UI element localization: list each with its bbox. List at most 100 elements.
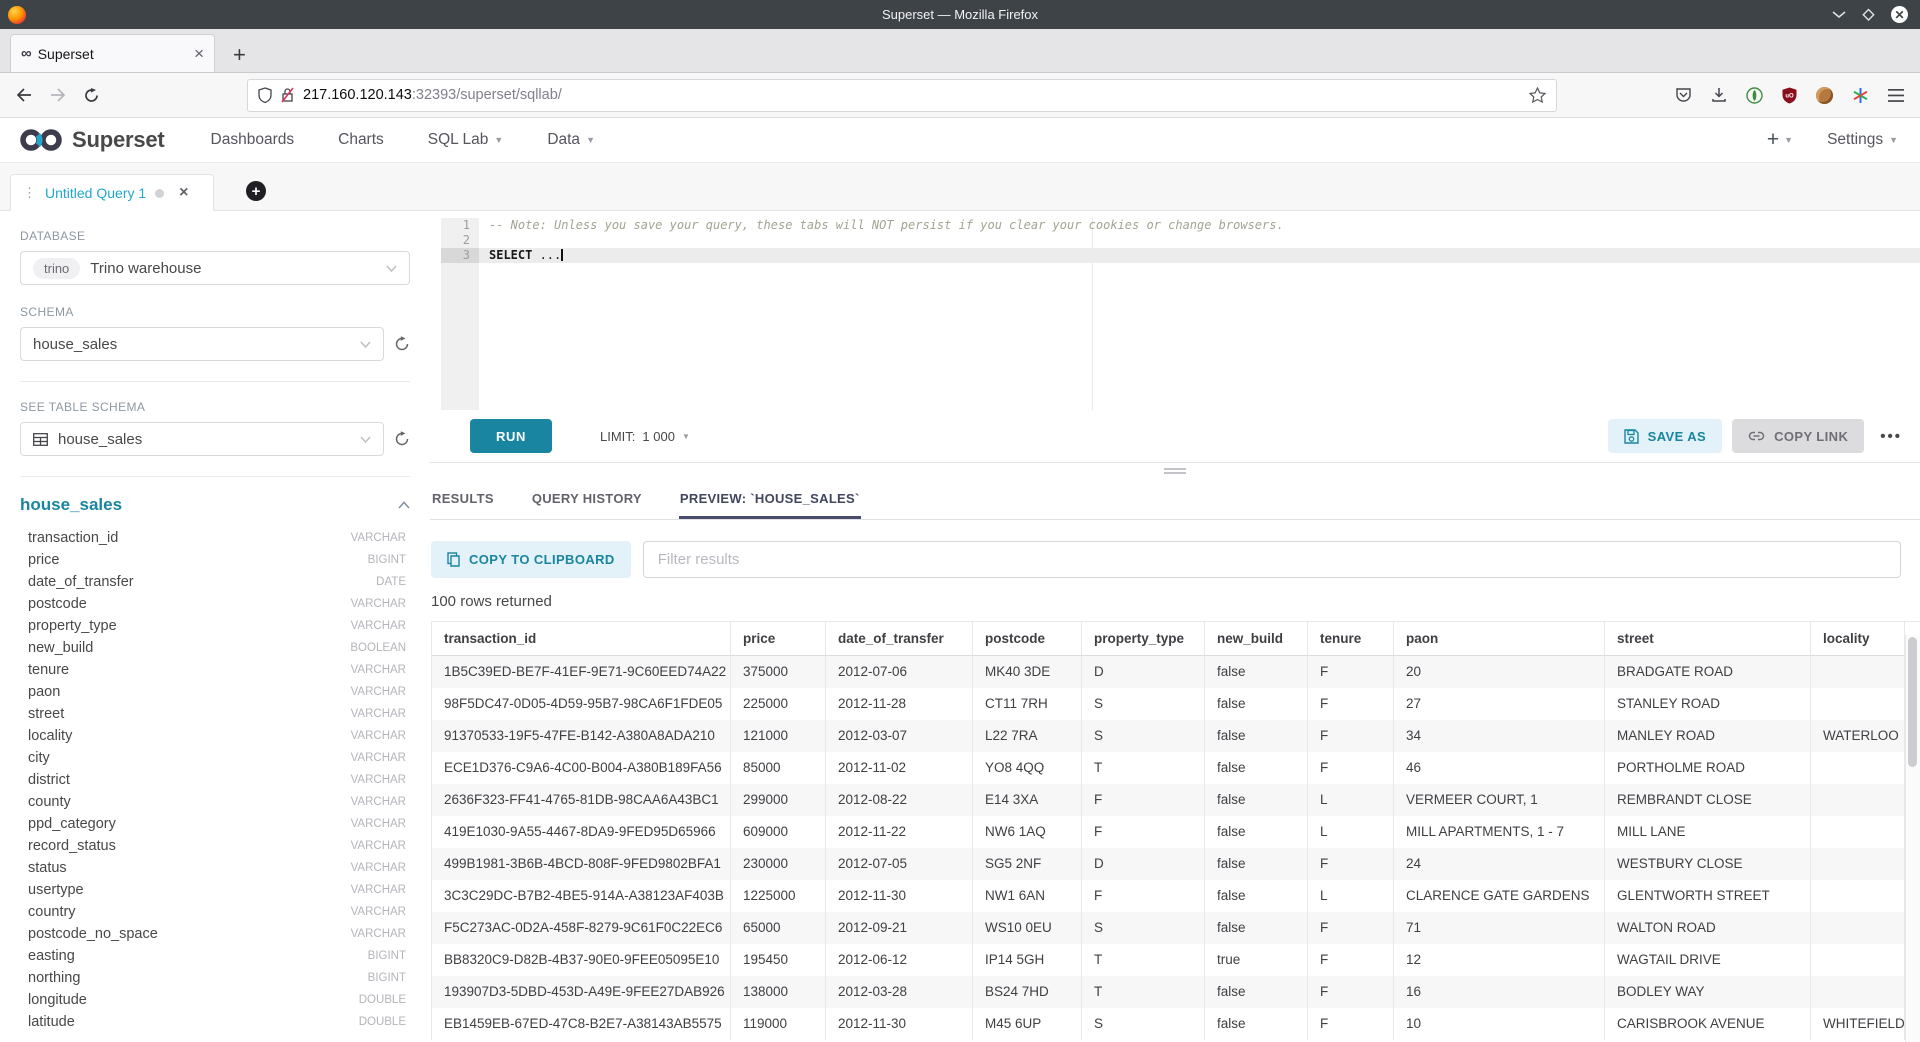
query-tab-close-icon[interactable]: × <box>179 184 188 202</box>
settings-menu[interactable]: Settings▼ <box>1827 131 1898 149</box>
table-row[interactable]: 1B5C39ED-BE7F-41EF-9E71-9C60EED74A223750… <box>431 656 1920 688</box>
nav-item-data[interactable]: Data▼ <box>547 131 595 149</box>
database-select[interactable]: trino Trino warehouse <box>20 251 410 285</box>
header-cell[interactable]: postcode <box>973 622 1082 656</box>
header-cell[interactable]: date_of_transfer <box>826 622 973 656</box>
window-maximize-icon[interactable] <box>1862 8 1875 21</box>
table-row[interactable]: 193907D3-5DBD-453D-A49E-9FEE27DAB9261380… <box>431 976 1920 1008</box>
superset-brand[interactable]: Superset <box>18 127 165 153</box>
ublock-icon[interactable]: uO <box>1782 87 1797 104</box>
column-list-item[interactable]: postcode VARCHAR <box>20 593 410 615</box>
column-list-item[interactable]: price BIGINT <box>20 549 410 571</box>
column-list-item[interactable]: easting BIGINT <box>20 945 410 967</box>
run-button[interactable]: RUN <box>470 419 552 453</box>
save-as-button[interactable]: SAVE AS <box>1608 419 1722 453</box>
nav-item-dashboards[interactable]: Dashboards <box>211 131 295 149</box>
reload-icon[interactable] <box>84 88 99 103</box>
new-query-tab-button[interactable]: + <box>246 181 266 201</box>
column-list-item[interactable]: locality VARCHAR <box>20 725 410 747</box>
drag-grip-icon[interactable]: ⋮ <box>23 185 36 201</box>
cookie-extension-icon[interactable] <box>1816 87 1833 104</box>
multiaccount-extension-icon[interactable] <box>1852 87 1869 104</box>
new-tab-button[interactable]: + <box>233 44 246 66</box>
column-list-item[interactable]: new_build BOOLEAN <box>20 637 410 659</box>
download-icon[interactable] <box>1711 87 1727 103</box>
column-list-item[interactable]: property_type VARCHAR <box>20 615 410 637</box>
bookmark-star-icon[interactable] <box>1529 87 1546 103</box>
limit-dropdown[interactable]: LIMIT: 1 000 ▼ <box>600 429 690 444</box>
column-list-item[interactable]: status VARCHAR <box>20 857 410 879</box>
copy-link-button[interactable]: COPY LINK <box>1732 419 1864 453</box>
table-cell: 65000 <box>731 912 826 944</box>
more-options-button[interactable]: ••• <box>1874 428 1902 445</box>
header-cell[interactable]: transaction_id <box>431 622 731 656</box>
column-list-item[interactable]: longitude DOUBLE <box>20 989 410 1011</box>
nav-item-charts[interactable]: Charts <box>338 131 384 149</box>
filter-results-input[interactable] <box>643 541 1901 578</box>
table-name-heading[interactable]: house_sales <box>20 495 398 515</box>
header-cell[interactable]: street <box>1605 622 1811 656</box>
sql-editor[interactable]: 1 2 3 -- Note: Unless you save your quer… <box>441 218 1920 410</box>
table-row[interactable]: 98F5DC47-0D05-4D59-95B7-98CA6F1FDE052250… <box>431 688 1920 720</box>
tracking-shield-icon[interactable] <box>258 87 272 103</box>
column-list-item[interactable]: county VARCHAR <box>20 791 410 813</box>
column-list-item[interactable]: street VARCHAR <box>20 703 410 725</box>
results-tab[interactable]: PREVIEW: `HOUSE_SALES` <box>679 485 861 519</box>
nav-item-sql-lab[interactable]: SQL Lab▼ <box>428 131 504 149</box>
collapse-chevron-icon[interactable] <box>398 501 410 509</box>
table-row[interactable]: ECE1D376-C9A6-4C00-B004-A380B189FA568500… <box>431 752 1920 784</box>
header-cell[interactable]: locality <box>1811 622 1905 656</box>
table-row[interactable]: F5C273AC-0D2A-458F-8279-9C61F0C22EC66500… <box>431 912 1920 944</box>
table-row[interactable]: 2636F323-FF41-4765-81DB-98CAA6A43BC12990… <box>431 784 1920 816</box>
window-close-icon[interactable]: ✕ <box>1891 6 1908 23</box>
splitter-grip-icon[interactable] <box>1164 468 1186 474</box>
query-tab[interactable]: ⋮ Untitled Query 1 × <box>10 174 214 211</box>
header-cell[interactable]: property_type <box>1082 622 1205 656</box>
table-row[interactable]: 419E1030-9A55-4467-8DA9-9FED95D659666090… <box>431 816 1920 848</box>
header-cell[interactable]: paon <box>1394 622 1605 656</box>
table-row[interactable]: EB1459EB-67ED-47C8-B2E7-A38143AB55751190… <box>431 1008 1920 1040</box>
url-field[interactable]: 217.160.120.143:32393/superset/sqllab/ <box>247 79 1557 112</box>
column-list-item[interactable]: paon VARCHAR <box>20 681 410 703</box>
column-list-item[interactable]: postcode_no_space VARCHAR <box>20 923 410 945</box>
scrollbar-thumb[interactable] <box>1908 637 1917 767</box>
window-minimize-icon[interactable] <box>1832 10 1846 19</box>
schema-select[interactable]: house_sales <box>20 327 384 361</box>
browser-tab[interactable]: ∞ Superset × <box>10 34 215 72</box>
pane-splitter[interactable] <box>430 462 1920 479</box>
table-row[interactable]: 91370533-19F5-47FE-B142-A380A8ADA2101210… <box>431 720 1920 752</box>
insecure-lock-icon[interactable] <box>281 87 294 103</box>
menu-hamburger-icon[interactable] <box>1888 89 1904 102</box>
back-icon[interactable] <box>16 88 32 102</box>
column-list-item[interactable]: usertype VARCHAR <box>20 879 410 901</box>
column-list-item[interactable]: northing BIGINT <box>20 967 410 989</box>
column-list-item[interactable]: city VARCHAR <box>20 747 410 769</box>
column-list-item[interactable]: record_status VARCHAR <box>20 835 410 857</box>
header-cell[interactable]: price <box>731 622 826 656</box>
header-cell[interactable]: tenure <box>1308 622 1394 656</box>
column-list-item[interactable]: district VARCHAR <box>20 769 410 791</box>
column-list-item[interactable]: date_of_transfer DATE <box>20 571 410 593</box>
forward-icon[interactable] <box>50 88 66 102</box>
refresh-schema-icon[interactable] <box>394 336 410 352</box>
column-list-item[interactable]: transaction_id VARCHAR <box>20 527 410 549</box>
privacy-extension-icon[interactable] <box>1746 87 1763 104</box>
copy-to-clipboard-button[interactable]: COPY TO CLIPBOARD <box>431 541 631 578</box>
tab-close-icon[interactable]: × <box>194 45 204 62</box>
results-scrollbar[interactable] <box>1905 635 1920 1042</box>
results-tab[interactable]: QUERY HISTORY <box>531 485 643 519</box>
table-schema-select[interactable]: house_sales <box>20 422 384 456</box>
column-list-item[interactable]: country VARCHAR <box>20 901 410 923</box>
column-list-item[interactable]: latitude DOUBLE <box>20 1011 410 1033</box>
table-row[interactable]: 3C3C29DC-B7B2-4BE5-914A-A38123AF403B1225… <box>431 880 1920 912</box>
column-list-item[interactable]: tenure VARCHAR <box>20 659 410 681</box>
refresh-table-icon[interactable] <box>394 431 410 447</box>
table-row[interactable]: 499B1981-3B6B-4BCD-808F-9FED9802BFA12300… <box>431 848 1920 880</box>
pocket-icon[interactable] <box>1675 87 1692 103</box>
column-list-item[interactable]: ppd_category VARCHAR <box>20 813 410 835</box>
add-new-button[interactable]: +▼ <box>1767 128 1793 152</box>
editor-code-area[interactable]: -- Note: Unless you save your query, the… <box>479 218 1920 410</box>
table-row[interactable]: BB8320C9-D82B-4B37-90E0-9FEE05095E101954… <box>431 944 1920 976</box>
results-tab[interactable]: RESULTS <box>431 485 495 519</box>
header-cell[interactable]: new_build <box>1205 622 1308 656</box>
